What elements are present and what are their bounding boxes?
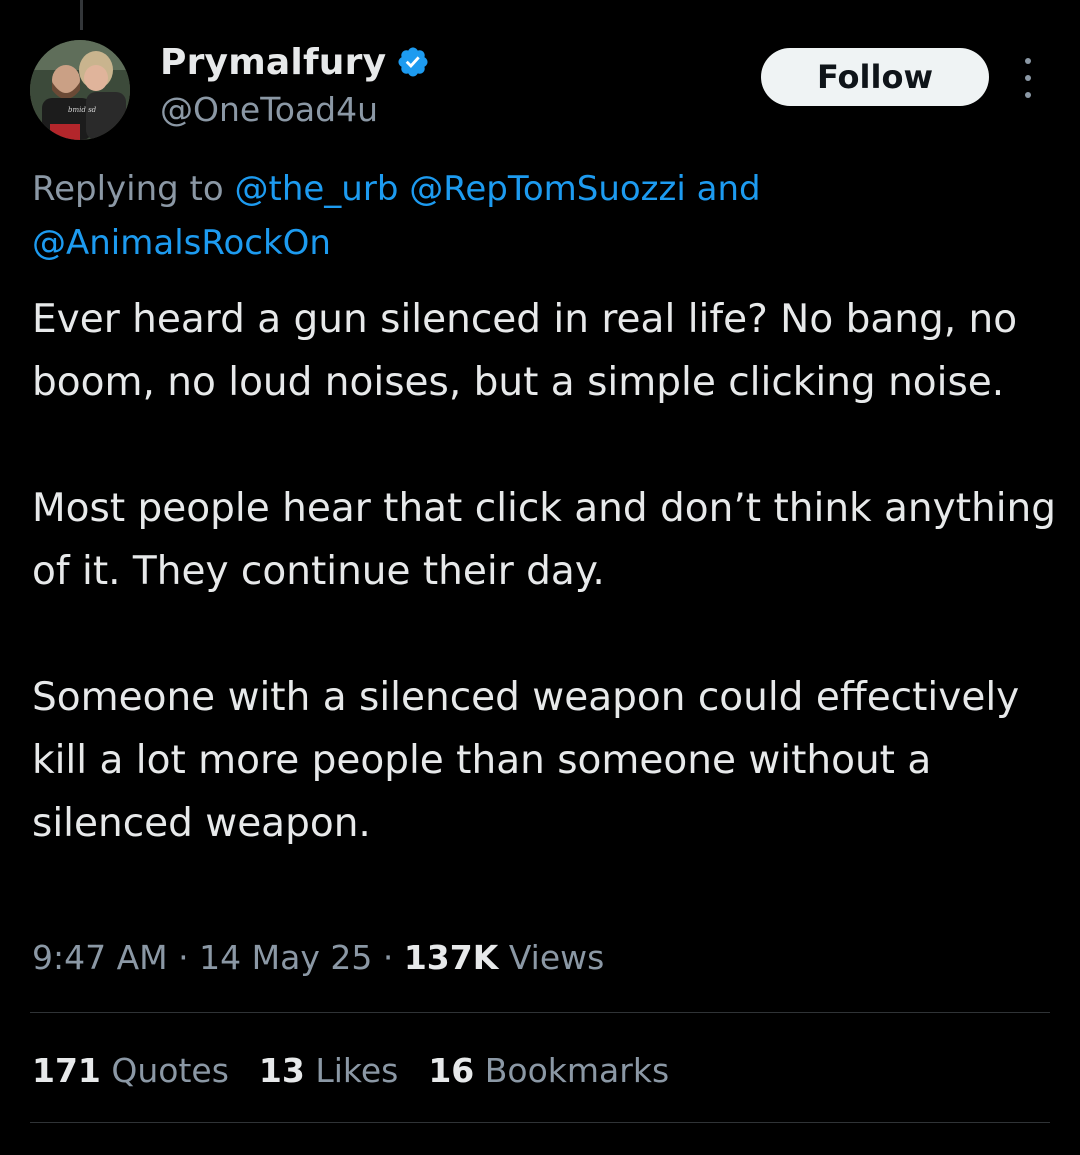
reply-context-prefix: Replying to (32, 169, 224, 209)
reply-context: Replying to @the_urb @RepTomSuozzi and @… (32, 162, 1052, 270)
tweet-text: Ever heard a gun silenced in real life? … (32, 288, 1057, 855)
likes-stat[interactable]: 13 Likes (259, 1043, 398, 1099)
quotes-stat[interactable]: 171 Quotes (32, 1043, 229, 1099)
author-handle[interactable]: @OneToad4u (160, 90, 430, 129)
avatar-photo: bmid sd (30, 40, 130, 140)
verified-badge-icon (396, 45, 430, 79)
author-display-name[interactable]: Prymalfury (160, 42, 386, 83)
mention-link[interactable]: @AnimalsRockOn (32, 223, 331, 263)
divider (30, 1012, 1050, 1013)
mention-joiner[interactable]: and (697, 169, 761, 209)
quotes-count: 171 (32, 1051, 101, 1090)
divider (30, 1122, 1050, 1123)
author-block: Prymalfury @OneToad4u (160, 38, 430, 129)
mention-link[interactable]: @RepTomSuozzi (409, 169, 686, 209)
bookmarks-count: 16 (428, 1051, 475, 1090)
tweet-paragraph: Most people hear that click and don’t th… (32, 486, 1057, 594)
mention-link[interactable]: @the_urb (235, 169, 399, 209)
follow-button[interactable]: Follow (761, 48, 989, 106)
tweet-paragraph: Ever heard a gun silenced in real life? … (32, 297, 1018, 405)
likes-label: Likes (315, 1051, 399, 1090)
tweet-time[interactable]: 9:47 AM (32, 938, 168, 977)
avatar[interactable]: bmid sd (30, 40, 130, 140)
engagement-stats: 171 Quotes 13 Likes 16 Bookmarks (32, 1043, 699, 1099)
tweet-meta: 9:47 AM · 14 May 25 · 137K Views (32, 930, 604, 986)
meta-separator: · (382, 938, 394, 977)
tweet-paragraph: Someone with a silenced weapon could eff… (32, 675, 1020, 846)
tweet-date[interactable]: 14 May 25 (199, 938, 372, 977)
bookmarks-stat[interactable]: 16 Bookmarks (428, 1043, 669, 1099)
quotes-label: Quotes (111, 1051, 229, 1090)
more-options-icon[interactable] (1018, 58, 1038, 98)
author-name-row: Prymalfury (160, 38, 430, 86)
views-count: 137K (403, 938, 499, 977)
bookmarks-label: Bookmarks (484, 1051, 670, 1090)
avatar-shirt-text: bmid sd (68, 106, 97, 114)
views-label: Views (508, 938, 605, 977)
likes-count: 13 (258, 1051, 305, 1090)
thread-connector-line (80, 0, 83, 30)
meta-separator: · (178, 938, 189, 977)
